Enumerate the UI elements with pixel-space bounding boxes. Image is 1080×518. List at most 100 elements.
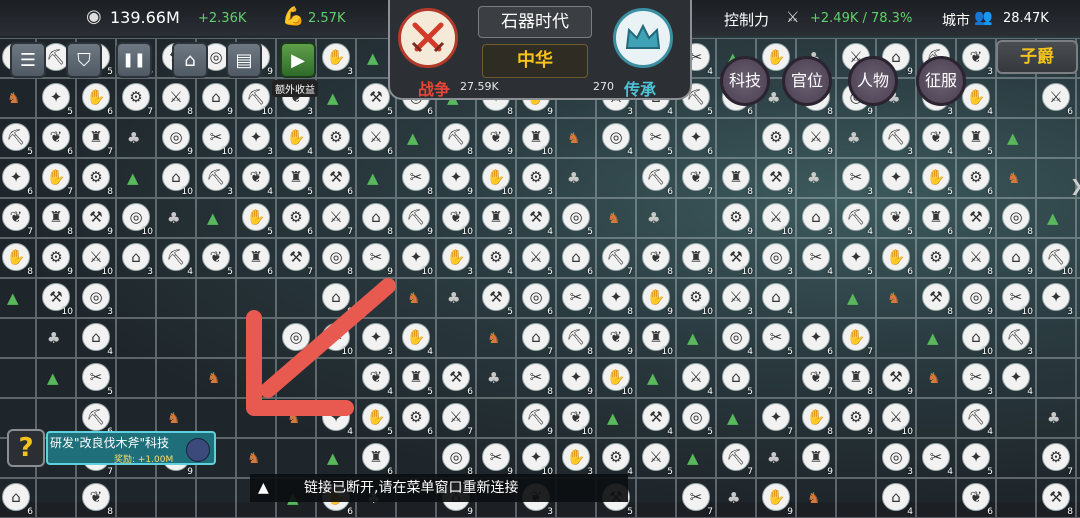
- map-tile[interactable]: ⌂7: [1076, 78, 1080, 118]
- map-tile[interactable]: ⚔8: [156, 78, 196, 118]
- map-tile[interactable]: ✦ 4: [996, 358, 1036, 398]
- map-tile[interactable]: ✂ 7: [676, 478, 716, 518]
- map-tile[interactable]: [916, 398, 956, 438]
- map-tile[interactable]: ⚔ 10: [756, 198, 796, 238]
- map-tile[interactable]: ⚔5: [636, 438, 676, 478]
- map-tile[interactable]: [276, 438, 316, 478]
- map-tile[interactable]: ⚒10: [36, 278, 76, 318]
- office-button[interactable]: 官位: [782, 56, 832, 106]
- map-tile[interactable]: [1076, 318, 1080, 358]
- map-tile[interactable]: ▲: [396, 118, 436, 158]
- legacy-button[interactable]: [613, 8, 673, 68]
- map-tile[interactable]: ⛏7: [716, 438, 756, 478]
- city-button[interactable]: ⌂: [172, 42, 208, 78]
- map-tile[interactable]: ✦ 4: [876, 158, 916, 198]
- map-tile[interactable]: ♜6: [236, 238, 276, 278]
- map-tile[interactable]: ✋ 3: [436, 238, 476, 278]
- map-tile[interactable]: [1076, 478, 1080, 518]
- map-tile[interactable]: ⛏4: [956, 398, 996, 438]
- map-tile[interactable]: ♜ 10: [516, 118, 556, 158]
- map-tile[interactable]: ⌂ 8: [356, 198, 396, 238]
- map-tile[interactable]: [396, 438, 436, 478]
- map-tile[interactable]: ⚙ 7: [116, 78, 156, 118]
- map-tile[interactable]: ⚒8: [916, 278, 956, 318]
- map-tile[interactable]: ♣: [36, 318, 76, 358]
- map-tile[interactable]: ▲: [996, 118, 1036, 158]
- map-tile[interactable]: ◎9: [156, 118, 196, 158]
- map-tile[interactable]: ⚙ 8: [756, 118, 796, 158]
- map-tile[interactable]: ⚙9: [36, 238, 76, 278]
- map-tile[interactable]: [196, 478, 236, 518]
- map-tile[interactable]: ▲: [636, 358, 676, 398]
- map-tile[interactable]: [36, 478, 76, 518]
- map-tile[interactable]: ⚔ 7: [316, 198, 356, 238]
- map-tile[interactable]: ▲: [916, 318, 956, 358]
- map-tile[interactable]: ✦ 9: [436, 158, 476, 198]
- map-tile[interactable]: ⚒ 6: [436, 358, 476, 398]
- map-tile[interactable]: ❦8: [76, 478, 116, 518]
- map-tile[interactable]: [116, 358, 156, 398]
- map-tile[interactable]: [836, 438, 876, 478]
- map-tile[interactable]: ✋6: [876, 238, 916, 278]
- map-tile[interactable]: [116, 478, 156, 518]
- map-tile[interactable]: [636, 478, 676, 518]
- map-tile[interactable]: [156, 318, 196, 358]
- map-tile[interactable]: ⚔ 4: [676, 358, 716, 398]
- map-tile[interactable]: [916, 478, 956, 518]
- map-tile[interactable]: ❦ 7: [0, 198, 36, 238]
- map-tile[interactable]: ✦ 6: [796, 318, 836, 358]
- map-tile[interactable]: ⌂3: [116, 238, 156, 278]
- map-tile[interactable]: [676, 198, 716, 238]
- map-tile[interactable]: ◎9: [956, 278, 996, 318]
- map-tile[interactable]: ✋ 3: [556, 438, 596, 478]
- map-tile[interactable]: ⛏10: [1036, 238, 1076, 278]
- map-tile[interactable]: ⌂7: [516, 318, 556, 358]
- map-tile[interactable]: ⚒10: [716, 238, 756, 278]
- map-tile[interactable]: ⚙ 7: [916, 238, 956, 278]
- map-tile[interactable]: ⌂4: [876, 478, 916, 518]
- menu-button[interactable]: ☰: [10, 42, 46, 78]
- tech-button[interactable]: 科技: [720, 56, 770, 106]
- map-tile[interactable]: ✦3: [236, 118, 276, 158]
- book-button[interactable]: ▤: [226, 42, 262, 78]
- map-tile[interactable]: ⚒ 6: [316, 158, 356, 198]
- map-tile[interactable]: ♜9: [796, 438, 836, 478]
- map-tile[interactable]: ◎ 4: [716, 318, 756, 358]
- map-tile[interactable]: ▲: [316, 438, 356, 478]
- map-tile[interactable]: ✦ 5: [836, 238, 876, 278]
- map-tile[interactable]: ♜9: [676, 238, 716, 278]
- map-tile[interactable]: ⚙ 8: [76, 158, 116, 198]
- map-tile[interactable]: ✦ 10: [396, 238, 436, 278]
- map-tile[interactable]: [1036, 118, 1076, 158]
- map-tile[interactable]: ❦ 9: [596, 318, 636, 358]
- map-tile[interactable]: [876, 318, 916, 358]
- map-tile[interactable]: [996, 438, 1036, 478]
- map-tile[interactable]: ◎ 10: [116, 198, 156, 238]
- map-tile[interactable]: ◎8: [316, 238, 356, 278]
- map-tile[interactable]: ✂10: [196, 118, 236, 158]
- map-tile[interactable]: ⚙9: [836, 398, 876, 438]
- map-tile[interactable]: ⛏ 9: [516, 398, 556, 438]
- map-tile[interactable]: ✋4: [276, 118, 316, 158]
- map-tile[interactable]: ▲: [596, 398, 636, 438]
- rank-button[interactable]: 子爵: [996, 40, 1078, 74]
- map-tile[interactable]: ⚙ 5: [316, 118, 356, 158]
- characters-button[interactable]: 人物: [848, 56, 898, 106]
- map-tile[interactable]: ▲: [36, 358, 76, 398]
- map-tile[interactable]: ✂8: [396, 158, 436, 198]
- quest-help-button[interactable]: ?: [7, 429, 45, 467]
- map-tile[interactable]: ⚒ 9: [756, 158, 796, 198]
- map-tile[interactable]: ⚙ 6: [396, 398, 436, 438]
- map-tile[interactable]: ♣: [636, 198, 676, 238]
- map-tile[interactable]: ❦ 7: [796, 358, 836, 398]
- quest-panel[interactable]: 研发"改良伐木斧"科技 奖励: +1.00M: [46, 431, 216, 465]
- map-tile[interactable]: ✦7: [756, 398, 796, 438]
- map-tile[interactable]: ⚙ 3: [516, 158, 556, 198]
- map-tile[interactable]: ✦ 9: [556, 358, 596, 398]
- map-tile[interactable]: ♞: [556, 118, 596, 158]
- map-tile[interactable]: ❦ 4: [236, 158, 276, 198]
- map-tile[interactable]: ❦5: [196, 238, 236, 278]
- map-tile[interactable]: ✋ 8: [796, 398, 836, 438]
- map-tile[interactable]: ✦ 6: [676, 118, 716, 158]
- map-tile[interactable]: [1036, 318, 1076, 358]
